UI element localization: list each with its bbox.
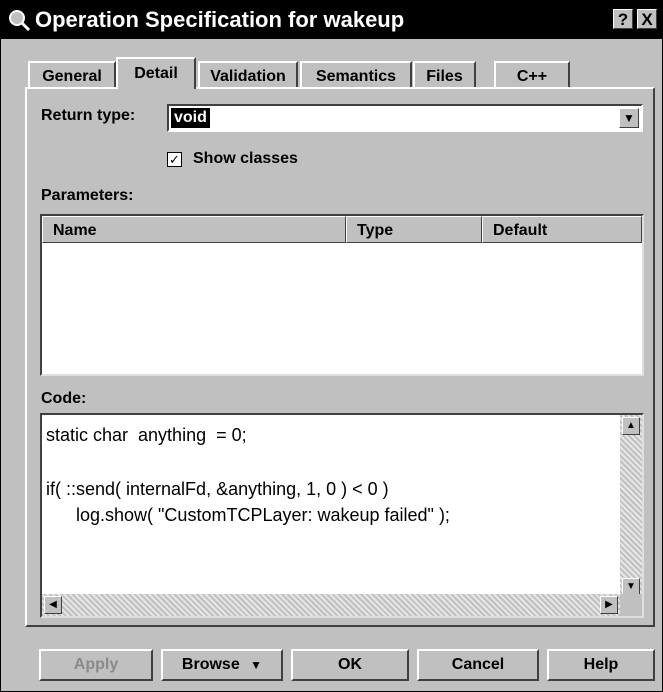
dropdown-arrow-icon: ▼ <box>250 658 263 672</box>
tab-semantics[interactable]: Semantics <box>300 61 412 88</box>
column-header-type[interactable]: Type <box>346 216 482 243</box>
scrollbar-corner <box>620 594 642 616</box>
scroll-right-icon[interactable]: ▶ <box>600 596 618 614</box>
vertical-scrollbar[interactable]: ▲ ▼ <box>620 415 642 598</box>
show-classes-checkbox[interactable]: ✓ <box>167 152 182 167</box>
return-type-combo[interactable]: void ▼ <box>167 104 643 132</box>
column-header-default[interactable]: Default <box>482 216 642 243</box>
browse-label: Browse <box>181 656 240 673</box>
close-title-button[interactable]: X <box>637 9 657 29</box>
tab-cpp[interactable]: C++ <box>494 61 570 88</box>
tab-general[interactable]: General <box>28 61 116 88</box>
scroll-left-icon[interactable]: ◀ <box>44 596 62 614</box>
ok-button[interactable]: OK <box>291 649 409 681</box>
code-line[interactable]: static char anything = 0; <box>46 425 247 446</box>
code-label: Code: <box>41 390 87 407</box>
browse-button[interactable]: Browse ▼ <box>161 649 283 681</box>
dialog-window: Operation Specification for wakeup ? X G… <box>0 0 663 692</box>
return-type-label: Return type: <box>41 107 136 124</box>
down-arrow-icon[interactable]: ▼ <box>619 108 639 128</box>
parameters-list[interactable]: Name Type Default <box>40 214 644 376</box>
parameters-label: Parameters: <box>41 187 134 204</box>
tab-validation[interactable]: Validation <box>198 61 298 88</box>
column-header-name[interactable]: Name <box>42 216 346 243</box>
magnifier-icon <box>9 10 31 32</box>
window-title: Operation Specification for wakeup <box>35 7 405 32</box>
show-classes-label[interactable]: Show classes <box>193 150 298 168</box>
horizontal-scrollbar[interactable]: ◀ ▶ <box>42 594 622 616</box>
apply-button[interactable]: Apply <box>39 649 153 681</box>
code-editor[interactable]: static char anything = 0; if( ::send( in… <box>40 413 644 618</box>
tab-files[interactable]: Files <box>413 61 476 88</box>
title-bar[interactable]: Operation Specification for wakeup ? X <box>1 1 662 39</box>
tab-detail[interactable]: Detail <box>116 57 196 89</box>
help-title-button[interactable]: ? <box>613 9 633 29</box>
cancel-button[interactable]: Cancel <box>417 649 539 681</box>
scroll-up-icon[interactable]: ▲ <box>622 417 640 435</box>
code-line[interactable]: log.show( "CustomTCPLayer: wakeup failed… <box>46 505 450 526</box>
help-button[interactable]: Help <box>547 649 655 681</box>
code-line[interactable]: if( ::send( internalFd, &anything, 1, 0 … <box>46 479 389 500</box>
return-type-value[interactable]: void <box>171 108 210 128</box>
